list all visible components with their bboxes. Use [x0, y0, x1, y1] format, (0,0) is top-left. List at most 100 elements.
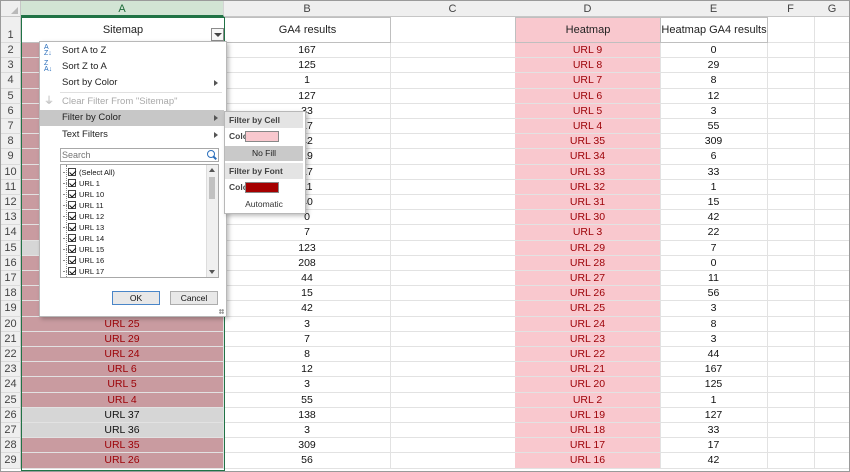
heatmap-cell[interactable]: URL 7: [515, 73, 661, 89]
row-header[interactable]: 17: [1, 271, 21, 287]
row-header[interactable]: 19: [1, 301, 21, 317]
row-header[interactable]: 25: [1, 392, 21, 408]
header-heatmap-ga4-results[interactable]: Heatmap GA4 results: [660, 17, 768, 43]
heatmap-cell[interactable]: URL 3: [515, 225, 661, 241]
checkbox-checked-icon[interactable]: [68, 190, 76, 198]
heatmap-cell[interactable]: URL 29: [515, 240, 661, 256]
filter-value-item[interactable]: URL 11: [63, 200, 104, 211]
sitemap-cell[interactable]: URL 25: [21, 316, 224, 332]
ga4-result-cell[interactable]: 3: [224, 316, 391, 332]
heatmap-ga4-result-cell[interactable]: 3: [660, 331, 768, 347]
empty-cell[interactable]: [814, 58, 849, 74]
heatmap-cell[interactable]: URL 25: [515, 301, 661, 317]
ga4-result-cell[interactable]: 3: [224, 377, 391, 393]
empty-cell[interactable]: [767, 210, 815, 226]
column-header-g[interactable]: G: [814, 1, 849, 17]
heatmap-cell[interactable]: URL 5: [515, 103, 661, 119]
cell-color-swatch[interactable]: [245, 131, 279, 142]
ga4-result-cell[interactable]: 12: [224, 362, 391, 378]
empty-cell[interactable]: [814, 317, 849, 332]
heatmap-cell[interactable]: URL 9: [515, 43, 661, 59]
heatmap-ga4-result-cell[interactable]: 125: [660, 377, 768, 393]
row-header[interactable]: 20: [1, 316, 21, 332]
empty-cell[interactable]: [767, 392, 815, 408]
empty-cell[interactable]: [814, 393, 849, 408]
empty-cell[interactable]: [814, 149, 849, 165]
empty-cell[interactable]: [814, 271, 849, 287]
sitemap-cell[interactable]: URL 35: [21, 438, 224, 454]
row-header[interactable]: 13: [1, 210, 21, 226]
sitemap-cell[interactable]: URL 26: [21, 453, 224, 469]
checkbox-checked-icon[interactable]: [68, 212, 76, 220]
empty-cell[interactable]: [814, 210, 849, 226]
empty-cell[interactable]: [767, 103, 815, 119]
empty-cell[interactable]: [814, 256, 849, 271]
ga4-result-cell[interactable]: 15: [224, 286, 391, 302]
row-header[interactable]: 16: [1, 255, 21, 271]
empty-cell[interactable]: [767, 316, 815, 332]
scroll-down-icon[interactable]: [209, 270, 215, 274]
empty-cell[interactable]: [767, 195, 815, 211]
scroll-thumb[interactable]: [209, 177, 215, 199]
row-header[interactable]: 6: [1, 103, 21, 119]
checkbox-checked-icon[interactable]: [68, 179, 76, 187]
filter-list-scrollbar[interactable]: [206, 165, 218, 277]
empty-cell[interactable]: [390, 240, 516, 256]
empty-cell[interactable]: [767, 88, 815, 104]
row-header[interactable]: 26: [1, 407, 21, 423]
heatmap-cell[interactable]: URL 30: [515, 210, 661, 226]
text-filters[interactable]: Text Filters: [40, 127, 224, 143]
header-ga4-results[interactable]: GA4 results: [224, 17, 391, 43]
row-header[interactable]: 4: [1, 73, 21, 89]
ga4-result-cell[interactable]: 208: [224, 255, 391, 271]
empty-cell[interactable]: [814, 362, 849, 378]
filter-value-item[interactable]: URL 12: [63, 211, 104, 222]
heatmap-cell[interactable]: URL 26: [515, 286, 661, 302]
heatmap-cell[interactable]: URL 24: [515, 316, 661, 332]
header-heatmap[interactable]: Heatmap: [515, 17, 661, 43]
ga4-result-cell[interactable]: 1: [224, 73, 391, 89]
empty-cell[interactable]: [767, 438, 815, 454]
heatmap-cell[interactable]: URL 6: [515, 88, 661, 104]
row-header[interactable]: 22: [1, 347, 21, 363]
heatmap-ga4-result-cell[interactable]: 3: [660, 301, 768, 317]
sort-z-to-a[interactable]: Z A↓ Sort Z to A: [40, 59, 224, 75]
empty-cell[interactable]: [767, 331, 815, 347]
heatmap-ga4-result-cell[interactable]: 22: [660, 225, 768, 241]
empty-cell[interactable]: [767, 119, 815, 135]
heatmap-ga4-result-cell[interactable]: 127: [660, 407, 768, 423]
column-header-d[interactable]: D: [515, 1, 661, 17]
heatmap-ga4-result-cell[interactable]: 7: [660, 240, 768, 256]
sitemap-cell[interactable]: URL 29: [21, 331, 224, 347]
heatmap-cell[interactable]: URL 33: [515, 164, 661, 180]
heatmap-ga4-result-cell[interactable]: 55: [660, 119, 768, 135]
empty-cell[interactable]: [814, 180, 849, 195]
ga4-result-cell[interactable]: 56: [224, 453, 391, 469]
ga4-result-cell[interactable]: 127: [224, 88, 391, 104]
empty-cell[interactable]: [390, 331, 516, 347]
sort-by-color[interactable]: Sort by Color: [40, 75, 224, 91]
empty-cell[interactable]: [767, 347, 815, 363]
ga4-result-cell[interactable]: 7: [224, 331, 391, 347]
empty-cell[interactable]: [814, 43, 849, 59]
heatmap-ga4-result-cell[interactable]: 8: [660, 73, 768, 89]
heatmap-ga4-result-cell[interactable]: 33: [660, 164, 768, 180]
ga4-result-cell[interactable]: 55: [224, 392, 391, 408]
empty-cell[interactable]: [390, 286, 516, 302]
cancel-button[interactable]: Cancel: [170, 291, 218, 305]
empty-cell[interactable]: [814, 165, 849, 180]
row-header[interactable]: 14: [1, 225, 21, 241]
heatmap-ga4-result-cell[interactable]: 33: [660, 423, 768, 439]
heatmap-cell[interactable]: URL 16: [515, 453, 661, 469]
row-header[interactable]: 15: [1, 240, 21, 256]
select-all-corner[interactable]: [1, 1, 21, 17]
heatmap-ga4-result-cell[interactable]: 11: [660, 271, 768, 287]
clear-filter[interactable]: ⏚ Clear Filter From "Sitemap": [40, 94, 224, 110]
empty-cell[interactable]: [814, 408, 849, 423]
heatmap-ga4-result-cell[interactable]: 1: [660, 179, 768, 195]
empty-cell[interactable]: [767, 377, 815, 393]
empty-cell[interactable]: [390, 134, 516, 150]
column-header-b[interactable]: B: [224, 1, 391, 17]
heatmap-ga4-result-cell[interactable]: 6: [660, 149, 768, 165]
empty-cell[interactable]: [390, 73, 516, 89]
